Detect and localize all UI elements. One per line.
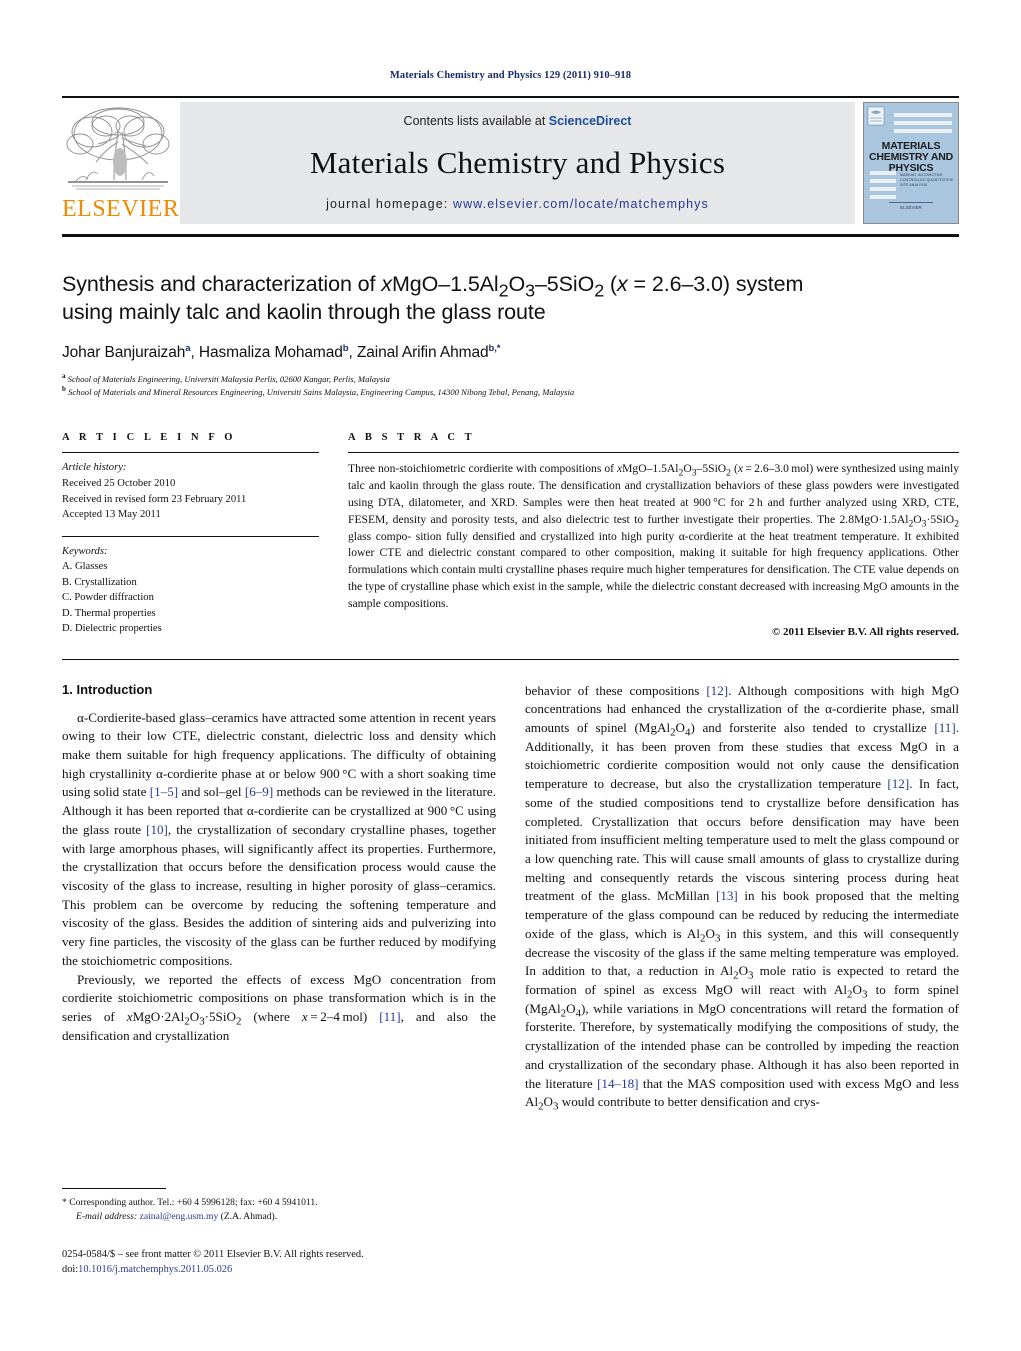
running-head: Materials Chemistry and Physics 129 (201… <box>389 70 632 81</box>
contents-available-line: Contents lists available at ScienceDirec… <box>404 114 632 128</box>
intro-paragraph-2: Previously, we reported the effects of e… <box>62 971 496 1043</box>
affiliation-a-text: School of Materials Engineering, Univers… <box>67 373 390 384</box>
abstract-label: A B S T R A C T <box>348 432 476 444</box>
footnote-zone: * Corresponding author. Tel.: +60 4 5996… <box>62 1188 496 1278</box>
article-history-heading: Article history: <box>62 462 127 474</box>
history-item-2: Accepted 13 May 2011 <box>62 509 161 521</box>
contents-prefix: Contents lists available at <box>403 114 549 128</box>
body-column-right: behavior of these compositions [12]. Alt… <box>525 682 959 1113</box>
cover-subtext: MARKAD, AUTOMOTIVE CONTROLLED QUANTITATIV… <box>900 173 954 187</box>
article-info-column: A R T I C L E I N F O Article history: R… <box>62 432 319 637</box>
article-history-group: Article history: Received 25 October 201… <box>62 453 319 522</box>
sciencedirect-link[interactable]: ScienceDirect <box>549 114 632 128</box>
journal-homepage-link[interactable]: www.elsevier.com/locate/matchemphys <box>453 197 709 211</box>
issn-front-matter: 0254-0584/$ – see front matter © 2011 El… <box>62 1248 364 1260</box>
paper-page: Materials Chemistry and Physics 129 (201… <box>0 0 1021 1351</box>
masthead-bottom-rule <box>62 234 959 237</box>
doi-link[interactable]: 10.1016/j.matchemphys.2011.05.026 <box>78 1264 232 1275</box>
email-label: E-mail address: <box>76 1211 138 1223</box>
abstract-copyright: © 2011 Elsevier B.V. All rights reserved… <box>772 625 959 638</box>
keywords-heading: Keywords: <box>62 545 108 557</box>
corresponding-author-note: * Corresponding author. Tel.: +60 4 5996… <box>62 1196 496 1225</box>
journal-cover-thumbnail: MATERIALS CHEMISTRY AND PHYSICS MARKAD, … <box>863 102 959 224</box>
keyword-item-4: D. Dielectric properties <box>62 623 162 635</box>
body-separator-rule <box>62 658 959 660</box>
abstract-column: A B S T R A C T Three non-stoichiometric… <box>348 432 960 638</box>
citation-ref[interactable]: [11] <box>934 720 955 735</box>
journal-homepage-line: journal homepage: www.elsevier.com/locat… <box>326 197 709 211</box>
citation-ref[interactable]: [6–9] <box>245 784 273 799</box>
email-owner: (Z.A. Ahmad). <box>218 1211 278 1223</box>
citation-ref[interactable]: [13] <box>716 888 738 903</box>
body-column-left: 1. Introduction α-Cordierite-based glass… <box>62 682 496 1113</box>
article-title: Synthesis and characterization of xMgO–1… <box>62 272 804 325</box>
keyword-item-3: D. Thermal properties <box>62 607 156 619</box>
corresponding-author-text: Corresponding author. Tel.: +60 4 599612… <box>66 1197 318 1208</box>
doi-line: doi:10.1016/j.matchemphys.2011.05.026 <box>62 1262 496 1278</box>
info-abstract-row: A R T I C L E I N F O Article history: R… <box>62 432 960 638</box>
citation-ref[interactable]: [12] <box>706 683 728 698</box>
title-block: Synthesis and characterization of xMgO–1… <box>62 270 959 399</box>
keyword-item-1: B. Crystallization <box>62 576 137 588</box>
history-item-0: Received 25 October 2010 <box>62 477 176 489</box>
keyword-item-0: A. Glasses <box>62 561 108 573</box>
affiliation-a: a School of Materials Engineering, Unive… <box>62 371 390 384</box>
cover-artwork: MATERIALS CHEMISTRY AND PHYSICS MARKAD, … <box>864 103 958 223</box>
affiliation-b: b School of Materials and Mineral Resour… <box>62 385 575 398</box>
body-columns: 1. Introduction α-Cordierite-based glass… <box>62 682 959 1113</box>
doi-label: doi: <box>62 1264 79 1276</box>
journal-masthead: ELSEVIER Contents lists available at Sci… <box>62 102 959 224</box>
citation-ref[interactable]: [1–5] <box>150 784 178 799</box>
citation-ref[interactable]: [10] <box>146 822 168 837</box>
abstract-text: Three non-stoichiometric cordierite with… <box>348 462 960 610</box>
elsevier-wordmark: ELSEVIER <box>62 196 180 222</box>
affiliation-b-text: School of Materials and Mineral Resource… <box>68 387 575 398</box>
cover-publisher-mark: ELSEVIER <box>889 202 933 217</box>
history-item-1: Received in revised form 23 February 201… <box>62 493 247 505</box>
homepage-prefix: journal homepage: <box>326 197 453 211</box>
elsevier-logo: ELSEVIER <box>62 102 180 224</box>
intro-paragraph-1: α-Cordierite-based glass–ceramics have a… <box>62 709 496 968</box>
footnote-rule <box>62 1188 166 1189</box>
section-heading-introduction: 1. Introduction <box>62 681 153 697</box>
affiliations: a School of Materials Engineering, Unive… <box>62 371 959 400</box>
imprint-block: 0254-0584/$ – see front matter © 2011 El… <box>62 1247 496 1278</box>
cover-title-text: MATERIALS CHEMISTRY AND PHYSICS <box>864 140 958 174</box>
email-link[interactable]: zainal@eng.usm.my <box>140 1211 219 1222</box>
citation-ref[interactable]: [11] <box>379 1009 400 1024</box>
citation-ref[interactable]: [14–18] <box>597 1076 638 1091</box>
journal-title: Materials Chemistry and Physics <box>309 144 726 180</box>
intro-paragraph-2-continued: behavior of these compositions [12]. Alt… <box>525 682 960 1113</box>
elsevier-tree-icon <box>66 107 170 190</box>
citation-ref[interactable]: [12] <box>887 776 909 791</box>
article-info-label: A R T I C L E I N F O <box>62 432 237 444</box>
masthead-top-rule <box>62 96 959 98</box>
keyword-item-2: C. Powder diffraction <box>62 592 154 604</box>
author-list: Johar Banjuraizaha, Hasmaliza Mohamadb, … <box>62 342 501 361</box>
keywords-group: Keywords: A. Glasses B. Crystallization … <box>62 537 319 637</box>
journal-banner: Contents lists available at ScienceDirec… <box>180 102 855 224</box>
